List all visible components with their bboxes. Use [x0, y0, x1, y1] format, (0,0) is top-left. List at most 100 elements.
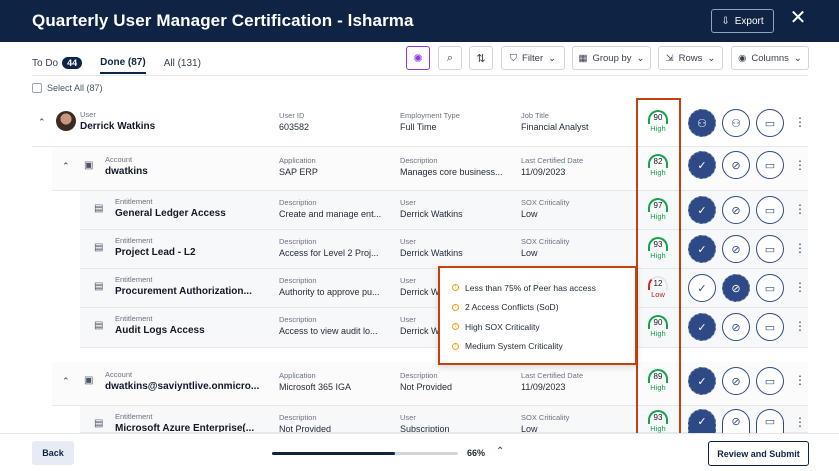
- comment-button[interactable]: ▭: [756, 313, 784, 341]
- comment-button[interactable]: ▭: [756, 274, 784, 302]
- more-icon[interactable]: ⋮: [794, 281, 806, 293]
- revoke-button[interactable]: ⊘: [722, 313, 750, 341]
- comment-button[interactable]: ▭: [756, 367, 784, 395]
- entitlement-icon: ▤: [94, 418, 104, 429]
- comment-button[interactable]: ▭: [756, 109, 784, 137]
- review-submit-button[interactable]: Review and Submit: [708, 441, 809, 466]
- revoke-button[interactable]: ⊘: [722, 367, 750, 395]
- user-name-cell: User Derrick Watkins: [80, 110, 260, 133]
- row-name: Procurement Authorization...: [115, 286, 252, 297]
- certify-button[interactable]: ✓: [688, 409, 716, 433]
- tab-done[interactable]: Done (87): [100, 52, 146, 74]
- rows-button[interactable]: ⇲ Rows ⌄: [658, 46, 723, 70]
- revoke-icon: ⊘: [731, 416, 741, 428]
- chevron-up-icon[interactable]: ⌃: [62, 376, 70, 387]
- select-all-checkbox[interactable]: [32, 83, 42, 93]
- eye-icon: ◉: [738, 52, 747, 64]
- tooltip-text: 2 Access Conflicts (SoD): [465, 302, 559, 313]
- certify-button[interactable]: ✓: [688, 235, 716, 263]
- revoke-button[interactable]: ⊘: [722, 235, 750, 263]
- col-label: Description: [279, 276, 317, 285]
- tooltip-text: Less than 75% of Peer has access: [465, 282, 596, 293]
- comment-button[interactable]: ▭: [756, 196, 784, 224]
- sort-button[interactable]: ⇅: [469, 46, 493, 70]
- more-icon[interactable]: ⋮: [794, 203, 806, 215]
- tab-all[interactable]: All (131): [164, 52, 201, 74]
- user-details-button[interactable]: ⚇: [722, 109, 750, 137]
- certify-button[interactable]: ✓: [688, 274, 716, 302]
- more-icon[interactable]: ⋮: [794, 116, 806, 128]
- certify-button[interactable]: ✓: [688, 196, 716, 224]
- col-value: Derrick Wa: [400, 326, 440, 336]
- select-all[interactable]: Select All (87): [32, 83, 103, 93]
- col-label: User ID: [279, 111, 305, 120]
- revoke-icon: ⊘: [731, 159, 741, 172]
- reassign-user-button[interactable]: ⚇: [688, 109, 716, 137]
- more-icon[interactable]: ⋮: [794, 320, 806, 332]
- more-icon[interactable]: ⋮: [794, 242, 806, 254]
- col-label: SOX Criticality: [521, 413, 570, 422]
- description-cell: Description Access to view audit lo...: [279, 315, 383, 337]
- col-label: Last Certified Date: [521, 371, 584, 380]
- revoke-button[interactable]: ⊘: [722, 274, 750, 302]
- row-name: Derrick Watkins: [80, 121, 156, 132]
- chevron-up-icon[interactable]: ⌃: [496, 446, 504, 457]
- col-value: SAP ERP: [279, 167, 318, 177]
- info-icon: !: [452, 342, 459, 350]
- columns-button[interactable]: ◉ Columns ⌄: [731, 46, 809, 70]
- col-label: Description: [279, 413, 317, 422]
- certify-button[interactable]: ✓: [688, 313, 716, 341]
- user-icon: ⚇: [731, 117, 741, 130]
- comment-button[interactable]: ▭: [756, 409, 784, 433]
- type-label: Account: [105, 155, 133, 164]
- ai-assist-button[interactable]: ✺: [406, 46, 430, 70]
- chevron-up-icon[interactable]: ⌃: [38, 117, 46, 128]
- info-icon: !: [452, 323, 459, 331]
- col-value: 11/09/2023: [521, 167, 566, 177]
- row-name: dwatkins: [105, 166, 148, 177]
- chevron-down-icon: ⌄: [707, 52, 716, 64]
- chevron-up-icon[interactable]: ⌃: [62, 161, 70, 172]
- search-icon: ⌕: [446, 51, 454, 64]
- certify-button[interactable]: ✓: [688, 151, 716, 179]
- export-button[interactable]: ⇩ Export: [711, 9, 774, 33]
- more-icon[interactable]: ⋮: [794, 416, 806, 428]
- close-icon[interactable]: ✕: [789, 8, 807, 28]
- comment-button[interactable]: ▭: [756, 235, 784, 263]
- filter-button[interactable]: ⛉ Filter ⌄: [501, 46, 565, 70]
- group-by-button[interactable]: ▦ Group by ⌄: [572, 46, 651, 70]
- more-icon[interactable]: ⋮: [794, 159, 806, 171]
- page-title: Quarterly User Manager Certification - l…: [32, 11, 414, 30]
- more-icon[interactable]: ⋮: [794, 374, 806, 386]
- entitlement-icon: ▤: [94, 203, 104, 214]
- description-cell: Description Not Provided: [279, 413, 383, 432]
- description-cell: Description Authority to approve pu...: [279, 276, 383, 298]
- comment-icon: ▭: [764, 282, 776, 295]
- user-cell: User Derrick Watkins: [400, 198, 510, 220]
- back-button[interactable]: Back: [32, 441, 74, 465]
- col-value: Access to view audit lo...: [279, 326, 378, 336]
- tooltip-item: ! High SOX Criticality: [452, 317, 623, 337]
- col-value: 11/09/2023: [521, 382, 566, 392]
- col-value: Low: [521, 424, 538, 433]
- search-button[interactable]: ⌕: [438, 46, 462, 70]
- revoke-button[interactable]: ⊘: [722, 409, 750, 433]
- certify-button[interactable]: ✓: [688, 367, 716, 395]
- comment-button[interactable]: ▭: [756, 151, 784, 179]
- col-value: Manages core business...: [400, 167, 503, 177]
- rows-icon: ⇲: [665, 52, 674, 64]
- col-label: Application: [279, 156, 316, 165]
- col-label: User: [400, 315, 416, 324]
- tab-to-do[interactable]: To Do 44: [32, 52, 83, 74]
- revoke-button[interactable]: ⊘: [722, 151, 750, 179]
- col-label: User: [400, 237, 416, 246]
- user-id-cell: User ID 603582: [279, 111, 389, 133]
- type-label: Account: [105, 370, 133, 379]
- sort-icon: ⇅: [476, 52, 486, 65]
- employment-type-cell: Employment Type Full Time: [400, 111, 510, 133]
- revoke-button[interactable]: ⊘: [722, 196, 750, 224]
- tab-divider: [32, 75, 808, 76]
- col-label: SOX Criticality: [521, 237, 570, 246]
- description-cell: Description Manages core business...: [400, 156, 504, 178]
- info-icon: !: [452, 284, 459, 292]
